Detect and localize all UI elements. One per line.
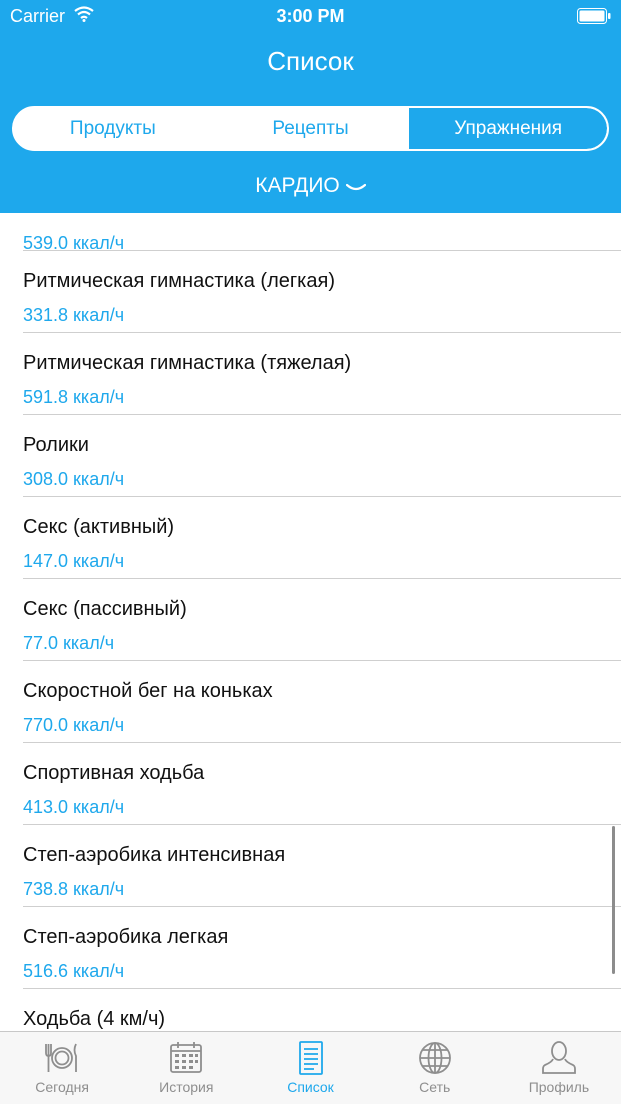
battery-icon — [577, 8, 611, 24]
list-item-kcal: 738.8 ккал/ч — [23, 879, 125, 899]
list-item[interactable]: Степ-аэробика легкая 516.6 ккал/ч — [0, 907, 621, 989]
list-item-kcal: 516.6 ккал/ч — [23, 961, 125, 981]
list-item-name: Ритмическая гимнастика (легкая) — [23, 270, 335, 292]
list-item-kcal: 308.0 ккал/ч — [23, 469, 125, 489]
category-label: КАРДИО — [255, 174, 340, 197]
tab-profile[interactable]: Профиль — [497, 1032, 621, 1104]
segment-exercises[interactable]: Упражнения — [409, 108, 607, 149]
list-item[interactable]: Ритмическая гимнастика (легкая) 331.8 кк… — [0, 251, 621, 333]
list-item[interactable]: Ритмическая гимнастика (тяжелая) 591.8 к… — [0, 333, 621, 415]
list-item[interactable]: Ролики 308.0 ккал/ч — [0, 415, 621, 497]
status-bar: Carrier 3:00 PM — [0, 0, 621, 32]
list-item-name: Секс (пассивный) — [23, 598, 187, 620]
list-item[interactable]: Спортивная ходьба 413.0 ккал/ч — [0, 743, 621, 825]
segmented-control: Продукты Рецепты Упражнения — [12, 106, 609, 151]
header: Carrier 3:00 PM Список Продукты Рецепты … — [0, 0, 621, 213]
list-item-name: Степ-аэробика интенсивная — [23, 844, 286, 866]
list-item-name: Ролики — [23, 434, 89, 456]
list-item-name: Ритмическая гимнастика (тяжелая) — [23, 352, 352, 374]
tab-list[interactable]: Список — [248, 1032, 372, 1104]
list-item[interactable]: Секс (пассивный) 77.0 ккал/ч — [0, 579, 621, 661]
segment-products[interactable]: Продукты — [14, 108, 212, 149]
list-item-name: Спортивная ходьба — [23, 762, 205, 784]
calendar-icon — [170, 1042, 203, 1073]
tab-network-label: Сеть — [419, 1079, 451, 1095]
clock: 3:00 PM — [276, 6, 345, 26]
tab-list-label: Список — [287, 1079, 334, 1095]
page-title: Список — [267, 46, 354, 76]
chevron-down-icon — [345, 183, 366, 191]
list-item[interactable]: Ходьба (4 км/ч) — [0, 989, 621, 1031]
category-selector[interactable]: КАРДИО — [0, 174, 621, 198]
list-item-kcal: 770.0 ккал/ч — [23, 715, 125, 735]
list-item-name: Секс (активный) — [23, 516, 175, 538]
globe-icon — [418, 1042, 451, 1074]
list-item-name: Скоростной бег на коньках — [23, 680, 273, 702]
tab-profile-label: Профиль — [528, 1079, 590, 1095]
list-item[interactable]: Скоростной бег на коньках 770.0 ккал/ч — [0, 661, 621, 743]
list-document-icon — [298, 1041, 323, 1075]
list-item-name: Ходьба (4 км/ч) — [23, 1008, 166, 1030]
person-icon — [542, 1041, 576, 1074]
list-item[interactable]: Секс (активный) 147.0 ккал/ч — [0, 497, 621, 579]
list-item-kcal: 413.0 ккал/ч — [23, 797, 125, 817]
tab-today-label: Сегодня — [35, 1079, 89, 1095]
list-item-kcal: 77.0 ккал/ч — [23, 633, 115, 653]
tab-bar: Сегодня История Список Сеть Профиль — [0, 1031, 621, 1104]
scrollbar[interactable] — [612, 826, 615, 974]
list-item-name: Степ-аэробика легкая — [23, 926, 229, 948]
tab-today[interactable]: Сегодня — [0, 1032, 124, 1104]
tab-history[interactable]: История — [124, 1032, 248, 1104]
plate-cutlery-icon — [45, 1043, 77, 1072]
list-item-kcal: 331.8 ккал/ч — [23, 305, 125, 325]
tab-network[interactable]: Сеть — [373, 1032, 497, 1104]
list-item-kcal: 591.8 ккал/ч — [23, 387, 125, 407]
list-item[interactable]: 539.0 ккал/ч — [0, 213, 621, 253]
exercise-list[interactable]: 539.0 ккал/ч Ритмическая гимнастика (лег… — [0, 213, 621, 1031]
list-item[interactable]: Степ-аэробика интенсивная 738.8 ккал/ч — [0, 825, 621, 907]
tab-history-label: История — [159, 1079, 214, 1095]
segment-recipes[interactable]: Рецепты — [212, 108, 410, 149]
list-item-kcal: 147.0 ккал/ч — [23, 551, 125, 571]
